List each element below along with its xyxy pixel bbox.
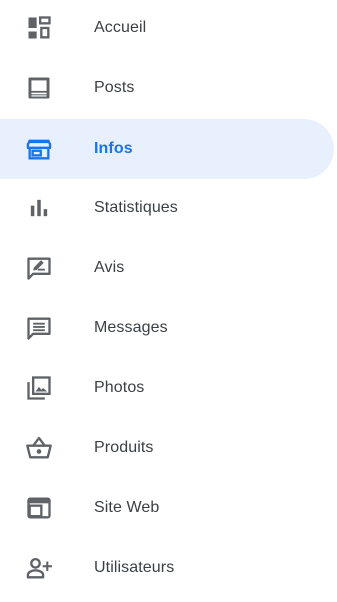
nav-item-label: Produits <box>94 439 154 456</box>
post-icon <box>24 73 54 103</box>
nav-item-site-web[interactable]: Site Web <box>0 478 334 538</box>
website-icon <box>24 493 54 523</box>
nav-item-label: Site Web <box>94 499 160 516</box>
storefront-icon <box>24 134 54 164</box>
nav-item-avis[interactable]: Avis <box>0 238 334 298</box>
photo-library-icon <box>24 373 54 403</box>
dashboard-icon <box>24 13 54 43</box>
bar-chart-icon <box>24 193 54 223</box>
nav-item-label: Utilisateurs <box>94 559 175 576</box>
nav-item-utilisateurs[interactable]: Utilisateurs <box>0 538 334 598</box>
nav-item-label: Statistiques <box>94 199 178 216</box>
add-user-icon <box>24 553 54 583</box>
nav-item-label: Infos <box>94 140 133 157</box>
rate-review-icon <box>24 253 54 283</box>
chat-icon <box>24 313 54 343</box>
nav-item-photos[interactable]: Photos <box>0 358 334 418</box>
nav-item-messages[interactable]: Messages <box>0 298 334 358</box>
nav-item-infos[interactable]: Infos <box>0 119 334 179</box>
nav-item-label: Accueil <box>94 19 147 36</box>
nav-item-accueil[interactable]: Accueil <box>0 0 334 58</box>
nav-item-label: Posts <box>94 79 135 96</box>
nav-item-label: Avis <box>94 259 125 276</box>
nav-item-statistiques[interactable]: Statistiques <box>0 178 334 238</box>
nav-item-label: Messages <box>94 319 168 336</box>
nav-item-posts[interactable]: Posts <box>0 58 334 118</box>
nav-item-produits[interactable]: Produits <box>0 418 334 478</box>
side-navigation: Accueil Posts Infos Statistiques Avis Me… <box>0 0 337 602</box>
nav-item-label: Photos <box>94 379 145 396</box>
shopping-basket-icon <box>24 433 54 463</box>
